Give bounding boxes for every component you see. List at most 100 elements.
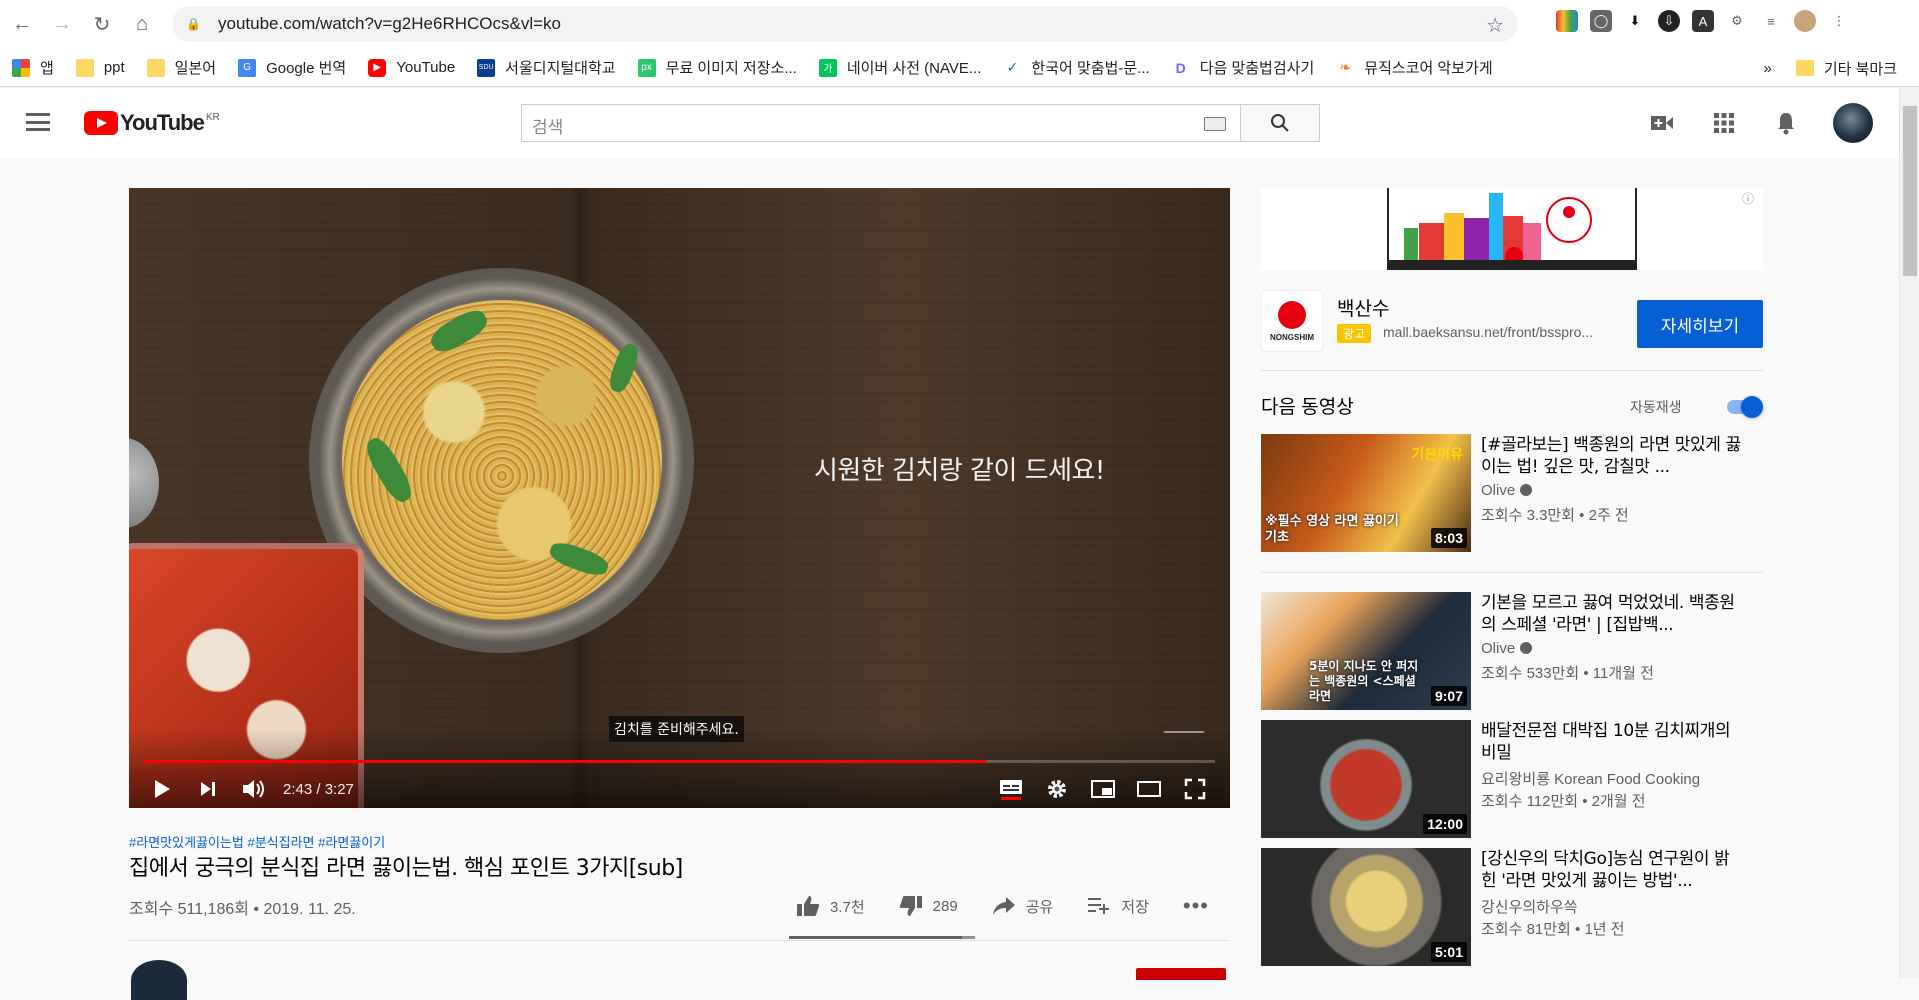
channel-name[interactable]: 요리왕비룡 Korean Food Cooking	[1481, 768, 1700, 789]
settings-gear-icon[interactable]	[1034, 771, 1080, 807]
forward-icon[interactable]: →	[42, 5, 82, 45]
theater-mode-icon[interactable]	[1126, 771, 1172, 807]
browser-toolbar: ← → ↻ ⌂ 🔒 youtube.com/watch?v=g2He6RHCOc…	[0, 0, 1919, 49]
masthead-actions	[1615, 103, 1899, 143]
font-extension-icon[interactable]: A	[1692, 10, 1714, 32]
bookmarks-more-button[interactable]: »	[1763, 60, 1771, 77]
video-thumbnail[interactable]: 기본이유 ※필수 영상 라면 끓이기 기초 8:03	[1261, 434, 1471, 552]
extension-icons: ◯ ⬇ ⇩ A ⚙ ≡ ⋮	[1556, 10, 1850, 32]
bell-icon[interactable]	[1771, 108, 1801, 138]
list-item[interactable]: 12:00 배달전문점 대박집 10분 김치찌개의 비밀 요리왕비룡 Korea…	[1261, 720, 1763, 838]
account-avatar[interactable]	[1833, 103, 1873, 143]
next-icon[interactable]	[185, 771, 231, 807]
volume-icon[interactable]	[231, 771, 277, 807]
ad-banner[interactable]	[1261, 188, 1763, 270]
bookmark-naver-dict[interactable]: 가 네이버 사전 (NAVE...	[818, 57, 981, 78]
video-title[interactable]: 기본을 모르고 끓여 먹었었네. 백종원의 스페셜 '라면' | [집밥백...	[1481, 592, 1741, 636]
bookmark-spelling[interactable]: ✓ 한국어 맞춤법-문...	[1003, 57, 1150, 78]
download-extension-icon[interactable]: ⬇	[1624, 10, 1646, 32]
video-duration: 12:00	[1423, 814, 1467, 834]
bookmark-apps[interactable]: 앱	[12, 57, 54, 78]
video-thumbnail[interactable]: 12:00	[1261, 720, 1471, 838]
bookmark-star-icon[interactable]: ☆	[1486, 13, 1504, 38]
pixabay-icon: px	[637, 58, 656, 77]
dislike-button[interactable]: 289	[899, 895, 958, 917]
video-title[interactable]: [강신우의 닥치Go]농심 연구원이 밝힌 '라면 맛있게 끓이는 방법'...	[1481, 848, 1741, 892]
ad-url[interactable]: mall.baeksansu.net/front/bsspro...	[1383, 324, 1593, 340]
scrollbar-thumb[interactable]	[1903, 106, 1917, 276]
search-input[interactable]: 검색	[521, 104, 1241, 142]
fullscreen-icon[interactable]	[1172, 771, 1218, 807]
bookmark-google-translate[interactable]: G Google 번역	[238, 57, 346, 78]
back-icon[interactable]: ←	[2, 5, 42, 45]
address-bar[interactable]: 🔒 youtube.com/watch?v=g2He6RHCOcs&vl=ko …	[172, 6, 1518, 42]
list-item[interactable]: 5분이 지나도 안 퍼지는 백종원의 <스페셜 라면 9:07 기본을 모르고 …	[1261, 592, 1763, 710]
google-translate-icon: G	[238, 58, 257, 77]
video-thumbnail[interactable]: 5분이 지나도 안 퍼지는 백종원의 <스페셜 라면 9:07	[1261, 592, 1471, 710]
nongshim-logo[interactable]: NONGSHIM	[1261, 290, 1323, 352]
channel-name[interactable]: 강신우의하우쓱	[1481, 896, 1578, 917]
list-item[interactable]: 5:01 [강신우의 닥치Go]농심 연구원이 밝힌 '라면 맛있게 끓이는 방…	[1261, 848, 1763, 966]
more-actions-icon[interactable]: •••	[1183, 893, 1209, 919]
share-button[interactable]: 공유	[992, 896, 1053, 917]
keyboard-icon[interactable]	[1204, 117, 1226, 131]
sidebar-divider	[1261, 572, 1763, 573]
ad-banner-image	[1387, 188, 1637, 270]
share-icon	[992, 897, 1015, 915]
channel-name[interactable]: Olive	[1481, 482, 1533, 499]
color-extension-icon[interactable]	[1556, 10, 1578, 32]
video-title: 집에서 궁극의 분식집 라면 끓이는법. 핵심 포인트 3가지[sub]	[129, 856, 683, 881]
bookmark-youtube[interactable]: ▶ YouTube	[368, 58, 455, 77]
lightbulb-extension-icon[interactable]: ◯	[1590, 10, 1612, 32]
save-button[interactable]: 저장	[1087, 896, 1149, 917]
list-item[interactable]: 기본이유 ※필수 영상 라면 끓이기 기초 8:03 [#골라보는] 백종원의 …	[1261, 434, 1763, 552]
home-icon[interactable]: ⌂	[122, 5, 162, 45]
other-bookmarks[interactable]: 기타 북마크	[1824, 58, 1897, 79]
bookmark-music-score[interactable]: ❧ 뮤직스코어 악보가게	[1336, 57, 1493, 78]
profile-avatar[interactable]	[1794, 10, 1816, 32]
progress-bar[interactable]	[144, 760, 1215, 763]
autoplay-toggle[interactable]	[1727, 396, 1763, 418]
like-button[interactable]: 3.7천	[796, 895, 865, 917]
menu-kebab-icon[interactable]: ⋮	[1828, 10, 1850, 32]
bookmark-japanese[interactable]: 일본어	[146, 57, 216, 78]
page-scrollbar[interactable]	[1899, 88, 1919, 978]
bookmark-sdu[interactable]: SDU 서울디지털대학교	[477, 57, 616, 78]
channel-avatar[interactable]	[131, 960, 187, 1000]
video-duration: 8:03	[1430, 528, 1467, 548]
subtitles-icon[interactable]	[988, 771, 1034, 807]
video-player[interactable]: 시원한 김치랑 같이 드세요! 김치를 준비해주세요. 2:43 / 3:27	[129, 188, 1230, 808]
search-button[interactable]	[1240, 104, 1320, 142]
time-display: 2:43 / 3:27	[283, 780, 354, 798]
ad-advertiser[interactable]: 백산수	[1337, 294, 1389, 321]
video-title[interactable]: [#골라보는] 백종원의 라면 맛있게 끓이는 법! 깊은 맛, 감칠맛 ...	[1481, 434, 1741, 478]
reload-icon[interactable]: ↻	[82, 5, 122, 45]
ad-learn-more-button[interactable]: 자세히보기	[1637, 300, 1763, 348]
menu-icon[interactable]	[26, 113, 50, 131]
puzzle-icon[interactable]: ⚙	[1726, 10, 1748, 32]
bookmark-daum-spelling[interactable]: D 다음 맞춤법검사기	[1171, 57, 1314, 78]
bookmark-free-images[interactable]: px 무료 이미지 저장소...	[637, 57, 797, 78]
video-hashtags[interactable]: #라면맛있게끓이는법 #분식집라면 #라면끓이기	[129, 832, 385, 851]
youtube-icon: ▶	[368, 58, 387, 77]
naver-dict-icon: 가	[818, 58, 837, 77]
miniplayer-icon[interactable]	[1080, 771, 1126, 807]
music-score-icon: ❧	[1336, 58, 1355, 77]
thumbs-down-icon	[899, 896, 922, 916]
search-icon	[1271, 114, 1289, 132]
lock-icon: 🔒	[186, 17, 201, 31]
create-video-icon[interactable]	[1647, 108, 1677, 138]
youtube-logo[interactable]: YouTube KR	[84, 110, 220, 136]
subscribe-button[interactable]	[1136, 968, 1226, 980]
play-icon[interactable]	[139, 771, 185, 807]
video-thumbnail[interactable]: 5:01	[1261, 848, 1471, 966]
ad-info-icon[interactable]: ⓘ	[1742, 190, 1754, 207]
video-title[interactable]: 배달전문점 대박집 10분 김치찌개의 비밀	[1481, 720, 1741, 764]
apps-grid-icon[interactable]	[1709, 108, 1739, 138]
channel-name[interactable]: Olive	[1481, 640, 1533, 657]
bookmark-ppt[interactable]: ppt	[75, 58, 125, 77]
save-extension-icon[interactable]: ⇩	[1658, 10, 1680, 32]
up-next-heading: 다음 동영상	[1261, 397, 1354, 418]
playlist-icon[interactable]: ≡	[1760, 10, 1782, 32]
apps-grid-icon	[12, 58, 30, 77]
